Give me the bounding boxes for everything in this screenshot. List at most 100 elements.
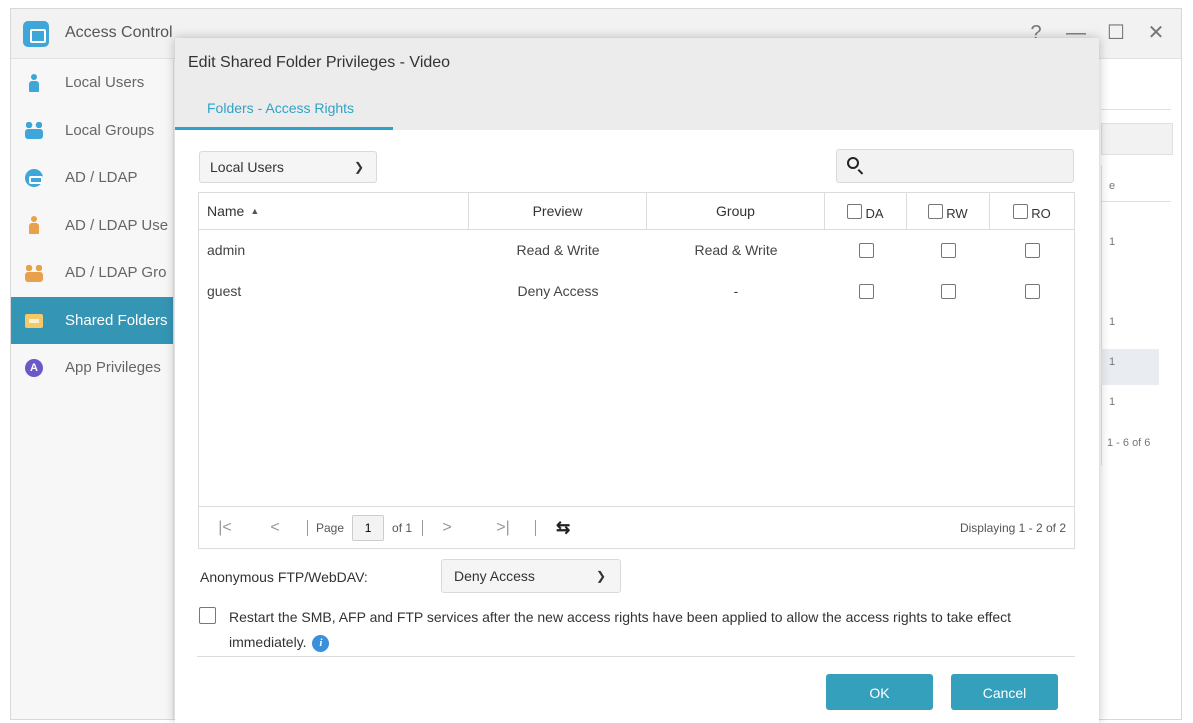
- edit-shared-folder-privileges-dialog: Edit Shared Folder Privileges - Video Fo…: [175, 38, 1099, 723]
- divider: [197, 656, 1075, 657]
- background-row-fragment: 1: [1109, 396, 1116, 408]
- background-paging-fragment: 1 - 6 of 6: [1107, 437, 1151, 449]
- refresh-icon[interactable]: ⇆: [556, 518, 570, 538]
- column-header-rw: RW: [907, 193, 990, 229]
- search-box[interactable]: [836, 149, 1074, 183]
- divider: [1101, 109, 1171, 110]
- chevron-down-icon: ❯: [595, 569, 606, 583]
- anonymous-ftp-select-value: Deny Access: [454, 568, 535, 584]
- cell-group: Read & Write: [694, 242, 778, 258]
- folder-icon: [25, 311, 43, 329]
- sidebar-item-label: App Privileges: [65, 359, 161, 377]
- dialog-header: Edit Shared Folder Privileges - Video Fo…: [175, 38, 1099, 130]
- access-control-logo-icon: [23, 21, 49, 47]
- select-all-rw-checkbox[interactable]: [928, 203, 944, 219]
- cell-name: guest: [207, 283, 242, 299]
- first-page-icon[interactable]: |<: [215, 519, 235, 537]
- ad-ldap-icon: [25, 168, 43, 187]
- da-checkbox[interactable]: [858, 242, 874, 258]
- sidebar-item-shared-folders[interactable]: Shared Folders: [11, 296, 173, 344]
- ad-group-icon: [25, 264, 43, 282]
- ad-user-icon: [25, 216, 43, 235]
- cell-rw: [907, 230, 990, 270]
- sort-ascending-icon: ▲: [250, 206, 260, 216]
- sidebar-item-ad-ldap-users[interactable]: AD / LDAP Use: [11, 202, 173, 250]
- select-all-ro-checkbox[interactable]: [1013, 203, 1029, 219]
- column-header-rw-label: RW: [946, 205, 968, 221]
- column-header-name-label: Name: [207, 203, 245, 219]
- cell-preview: Read & Write: [516, 242, 600, 258]
- sidebar-item-ad-ldap[interactable]: AD / LDAP: [11, 154, 173, 202]
- table-row[interactable]: guest Deny Access -: [199, 271, 1074, 311]
- grid-header: Name ▲ Preview Group DA RW RO: [199, 193, 1074, 230]
- user-type-select[interactable]: Local Users ❯: [199, 151, 377, 183]
- group-icon: [25, 121, 43, 140]
- sidebar-item-label: Shared Folders: [65, 311, 168, 329]
- cell-da: [825, 271, 907, 311]
- anonymous-ftp-label: Anonymous FTP/WebDAV:: [200, 569, 368, 585]
- dialog-title: Edit Shared Folder Privileges - Video: [188, 54, 451, 71]
- table-row[interactable]: admin Read & Write Read & Write: [199, 230, 1074, 270]
- user-type-select-value: Local Users: [210, 159, 284, 175]
- cell-rw: [907, 271, 990, 311]
- tab-folders-access-rights[interactable]: Folders - Access Rights: [175, 96, 393, 130]
- sidebar-item-label: Local Groups: [65, 121, 155, 139]
- select-all-da-checkbox[interactable]: [847, 203, 863, 219]
- search-input[interactable]: [867, 154, 1067, 178]
- column-header-group[interactable]: Group: [647, 193, 825, 229]
- restart-services-checkbox[interactable]: [199, 607, 216, 624]
- chevron-down-icon: ❯: [353, 160, 364, 174]
- cell-da: [825, 230, 907, 270]
- anonymous-ftp-select[interactable]: Deny Access ❯: [441, 559, 621, 593]
- background-panel: e 1 1 1 1 1 - 6 of 6: [1101, 59, 1181, 719]
- restart-services-text: Restart the SMB, AFP and FTP services af…: [229, 609, 1012, 650]
- column-header-ro: RO: [990, 193, 1074, 229]
- sidebar-item-local-groups[interactable]: Local Groups: [11, 107, 173, 155]
- rw-checkbox[interactable]: [941, 283, 956, 299]
- next-page-icon[interactable]: >: [437, 519, 457, 537]
- ro-checkbox[interactable]: [1024, 242, 1040, 258]
- column-header-preview[interactable]: Preview: [469, 193, 647, 229]
- cell-ro: [990, 230, 1074, 270]
- cell-preview: Deny Access: [517, 283, 599, 299]
- pagination-bar: |< < Page of 1 > >| ⇆ Displaying 1 - 2 o…: [199, 506, 1074, 548]
- column-header-da: DA: [825, 193, 907, 229]
- info-icon[interactable]: i: [312, 634, 330, 652]
- sidebar-item-label: AD / LDAP Gro: [65, 264, 167, 282]
- app-title: Access Control: [65, 24, 173, 41]
- sidebar-item-local-users[interactable]: Local Users: [11, 59, 173, 107]
- background-row-fragment: 1: [1109, 236, 1116, 248]
- da-checkbox[interactable]: [858, 283, 874, 299]
- page-label: Page: [316, 520, 345, 535]
- column-header-preview-label: Preview: [532, 203, 583, 219]
- close-icon[interactable]: ✕: [1145, 19, 1167, 47]
- background-header-fragment: e: [1109, 180, 1116, 192]
- sidebar-item-label: Local Users: [65, 74, 145, 92]
- ro-checkbox[interactable]: [1024, 283, 1040, 299]
- page-number-input[interactable]: [352, 514, 385, 541]
- divider: [1101, 201, 1171, 202]
- background-row-fragment: 1: [1109, 316, 1116, 328]
- maximize-icon[interactable]: ☐: [1105, 19, 1127, 47]
- cell-group: -: [733, 283, 739, 299]
- column-header-da-label: DA: [865, 205, 884, 221]
- sidebar-item-label: AD / LDAP Use: [65, 216, 169, 234]
- sidebar-item-ad-ldap-groups[interactable]: AD / LDAP Gro: [11, 249, 173, 297]
- previous-page-icon[interactable]: <: [265, 519, 285, 537]
- column-header-name[interactable]: Name ▲: [199, 193, 469, 229]
- background-column: [1101, 165, 1161, 465]
- rw-checkbox[interactable]: [941, 242, 956, 258]
- cell-name: admin: [207, 242, 246, 258]
- column-header-ro-label: RO: [1031, 205, 1051, 221]
- sidebar: Local Users Local Groups AD / LDAP AD / …: [11, 59, 174, 719]
- divider: [307, 519, 308, 536]
- last-page-icon[interactable]: >|: [493, 519, 513, 537]
- user-icon: [25, 73, 43, 92]
- sidebar-item-label: AD / LDAP: [65, 169, 138, 187]
- column-header-group-label: Group: [716, 203, 755, 219]
- sidebar-item-app-privileges[interactable]: App Privileges: [11, 344, 173, 392]
- displaying-count: Displaying 1 - 2 of 2: [959, 520, 1066, 535]
- cancel-button[interactable]: Cancel: [951, 674, 1058, 710]
- ok-button[interactable]: OK: [826, 674, 933, 710]
- restart-services-label: Restart the SMB, AFP and FTP services af…: [229, 605, 1079, 655]
